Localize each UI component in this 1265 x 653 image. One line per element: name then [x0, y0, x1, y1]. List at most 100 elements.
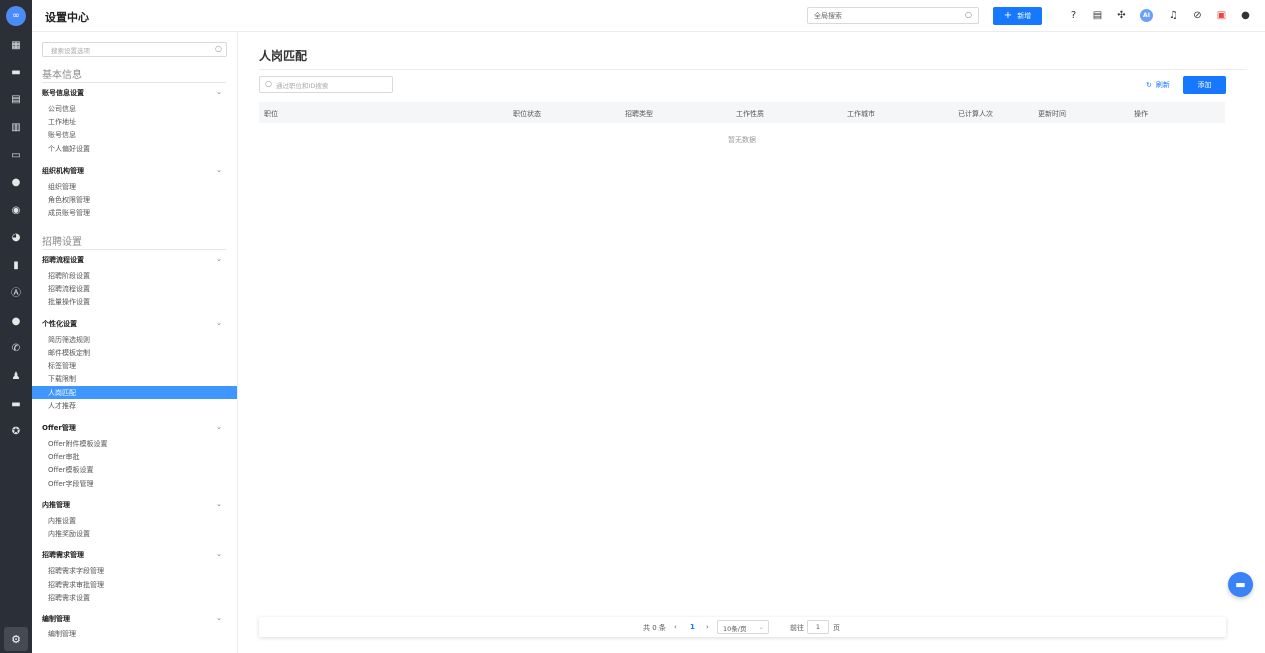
sidebar-item-work-address[interactable]: 工作地址 — [48, 117, 76, 127]
prev-page-chevron-icon[interactable]: ‹ — [674, 623, 677, 631]
sidebar-item-account-info[interactable]: 账号信息 — [48, 130, 76, 140]
calendar-icon[interactable]: ▥ — [9, 121, 23, 135]
main-content: 人岗匹配 ○ 通过职位和ID搜索 ↻ 刷新 添加 职位 职位状态 招聘类型 工作… — [238, 32, 1265, 653]
goto-label: 前往 — [790, 624, 804, 632]
section-title-recruit: 招聘设置 — [42, 237, 82, 248]
sidebar-item-offer-fields[interactable]: Offer字段管理 — [48, 479, 94, 489]
document-icon[interactable]: ▤ — [9, 93, 23, 107]
app-logo-icon[interactable]: ∞ — [6, 6, 26, 26]
chat-bubble-icon[interactable]: ▬ — [1228, 572, 1253, 597]
sidebar-item-talent-recommend[interactable]: 人才推荐 — [48, 401, 76, 411]
sidebar-item-job-match[interactable]: 人岗匹配 — [48, 388, 76, 398]
job-search-input[interactable]: ○ 通过职位和ID搜索 — [259, 76, 393, 93]
briefcase-icon[interactable]: ▬ — [9, 66, 23, 80]
sidebar-item-email-template[interactable]: 邮件模板定制 — [48, 348, 90, 358]
sidebar-item-resume-filter[interactable]: 简历筛选规则 — [48, 335, 90, 345]
table-header: 职位 职位状态 招聘类型 工作性质 工作城市 已计算人次 更新时间 操作 — [259, 102, 1225, 123]
column-header-actions: 操作 — [1134, 110, 1148, 118]
chevron-down-icon[interactable]: ⌄ — [216, 166, 222, 174]
wechat-icon[interactable]: ● — [9, 176, 23, 190]
sidebar-item-role-permissions[interactable]: 角色权限管理 — [48, 195, 90, 205]
top-header: 设置中心 全局搜索 ○ + 新增 ? ▤ ✣ AI ♫ ⊘ ▣ ● — [32, 0, 1265, 32]
sidebar-item-org-manage[interactable]: 组织管理 — [48, 182, 76, 192]
document-icon[interactable]: ▤ — [1091, 9, 1104, 22]
chevron-down-icon[interactable]: ⌄ — [216, 614, 222, 622]
refresh-button[interactable]: ↻ 刷新 — [1146, 80, 1170, 90]
column-header-work-nature: 工作性质 — [736, 110, 764, 118]
letter-a-icon[interactable]: Ⓐ — [9, 287, 23, 301]
sidebar-item-referral-rewards[interactable]: 内推奖励设置 — [48, 529, 90, 539]
sidebar-item-offer-template[interactable]: Offer模板设置 — [48, 465, 94, 475]
group-offer[interactable]: Offer管理 — [42, 423, 76, 433]
group-referral[interactable]: 内推管理 — [42, 500, 70, 510]
user-add-icon[interactable]: ♟ — [9, 370, 23, 384]
chevron-down-icon[interactable]: ⌄ — [216, 255, 222, 263]
group-recruit-process[interactable]: 招聘流程设置 — [42, 255, 84, 265]
section-divider — [42, 249, 226, 250]
sidebar-item-recruit-stages[interactable]: 招聘阶段设置 — [48, 271, 90, 281]
page-size-select[interactable]: 10条/页 ⌄ — [717, 620, 769, 634]
sidebar-item-requisition-settings[interactable]: 招聘需求设置 — [48, 593, 90, 603]
refresh-label: 刷新 — [1155, 81, 1170, 89]
bar-chart-icon[interactable]: ▮ — [9, 259, 23, 273]
column-header-updated-time: 更新时间 — [1038, 110, 1066, 118]
sidebar-item-tags[interactable]: 标签管理 — [48, 361, 76, 371]
compass-icon[interactable]: ⊘ — [1191, 9, 1204, 22]
chevron-down-icon[interactable]: ⌄ — [216, 88, 222, 96]
chevron-down-icon[interactable]: ⌄ — [216, 500, 222, 508]
column-header-job-status: 职位状态 — [513, 110, 541, 118]
new-button[interactable]: + 新增 — [993, 7, 1042, 25]
sidebar-item-requisition-approval[interactable]: 招聘需求审批管理 — [48, 580, 104, 590]
pie-chart-icon[interactable]: ◕ — [9, 231, 23, 245]
group-account-settings[interactable]: 账号信息设置 — [42, 88, 84, 98]
ai-assistant-icon[interactable]: AI — [1140, 9, 1153, 22]
star-circle-icon[interactable]: ✪ — [9, 425, 23, 439]
sidebar-item-company-info[interactable]: 公司信息 — [48, 104, 76, 114]
group-requisition[interactable]: 招聘需求管理 — [42, 550, 84, 560]
next-page-chevron-icon[interactable]: › — [706, 623, 709, 631]
message-icon[interactable]: ▬ — [9, 398, 23, 412]
user-avatar-icon[interactable]: ● — [1239, 9, 1252, 22]
group-org-management[interactable]: 组织机构管理 — [42, 166, 84, 176]
column-header-recruit-type: 招聘类型 — [625, 110, 653, 118]
add-button[interactable]: 添加 — [1183, 76, 1226, 94]
pagination: 共 0 条 ‹ 1 › 10条/页 ⌄ 前往 1 页 — [259, 617, 1226, 637]
page-number-current[interactable]: 1 — [690, 623, 695, 631]
sidebar-item-offer-attachment[interactable]: Offer附件模板设置 — [48, 439, 108, 449]
dashboard-icon[interactable]: ▦ — [9, 39, 23, 53]
id-card-icon[interactable]: ▭ — [9, 149, 23, 163]
sidebar-item-referral-settings[interactable]: 内推设置 — [48, 516, 76, 526]
settings-gear-icon[interactable]: ⚙ — [4, 627, 28, 651]
sidebar-item-batch-operations[interactable]: 批量操作设置 — [48, 297, 90, 307]
page-title: 人岗匹配 — [259, 49, 308, 63]
puzzle-icon[interactable]: ✣ — [1115, 9, 1128, 22]
settings-search-placeholder: 搜索设置选项 — [51, 47, 90, 55]
chevron-down-icon[interactable]: ⌄ — [216, 319, 222, 327]
sidebar-item-download-limit[interactable]: 下载限制 — [48, 374, 76, 384]
settings-sidebar: 搜索设置选项 ○ 基本信息 账号信息设置 ⌄ 公司信息 工作地址 账号信息 个人… — [32, 32, 238, 653]
global-search-input[interactable]: 全局搜索 ○ — [807, 7, 979, 24]
chevron-down-icon[interactable]: ⌄ — [216, 550, 222, 558]
column-header-work-city: 工作城市 — [847, 110, 875, 118]
chevron-down-icon: ⌄ — [758, 623, 764, 631]
settings-search-input[interactable]: 搜索设置选项 ○ — [42, 42, 227, 57]
sidebar-item-headcount-manage[interactable]: 编制管理 — [48, 629, 76, 639]
circle-icon[interactable]: ◉ — [9, 204, 23, 218]
chevron-down-icon[interactable]: ⌄ — [216, 423, 222, 431]
search-icon: ○ — [215, 44, 222, 53]
gift-icon[interactable]: ▣ — [1215, 9, 1228, 22]
group-personalization[interactable]: 个性化设置 — [42, 319, 77, 329]
phone-icon[interactable]: ✆ — [9, 342, 23, 356]
bell-icon[interactable]: ♫ — [1167, 9, 1180, 22]
group-headcount[interactable]: 编制管理 — [42, 614, 70, 624]
sidebar-item-recruit-process[interactable]: 招聘流程设置 — [48, 284, 90, 294]
title-divider — [259, 69, 1247, 70]
sidebar-item-member-accounts[interactable]: 成员账号管理 — [48, 208, 90, 218]
sidebar-item-preferences[interactable]: 个人偏好设置 — [48, 144, 90, 154]
plus-icon: + — [1003, 10, 1013, 21]
help-icon[interactable]: ? — [1067, 9, 1080, 22]
sidebar-item-requisition-fields[interactable]: 招聘需求字段管理 — [48, 566, 104, 576]
users-icon[interactable]: ● — [9, 315, 23, 329]
goto-page-input[interactable]: 1 — [807, 620, 829, 634]
sidebar-item-offer-approval[interactable]: Offer审批 — [48, 452, 80, 462]
